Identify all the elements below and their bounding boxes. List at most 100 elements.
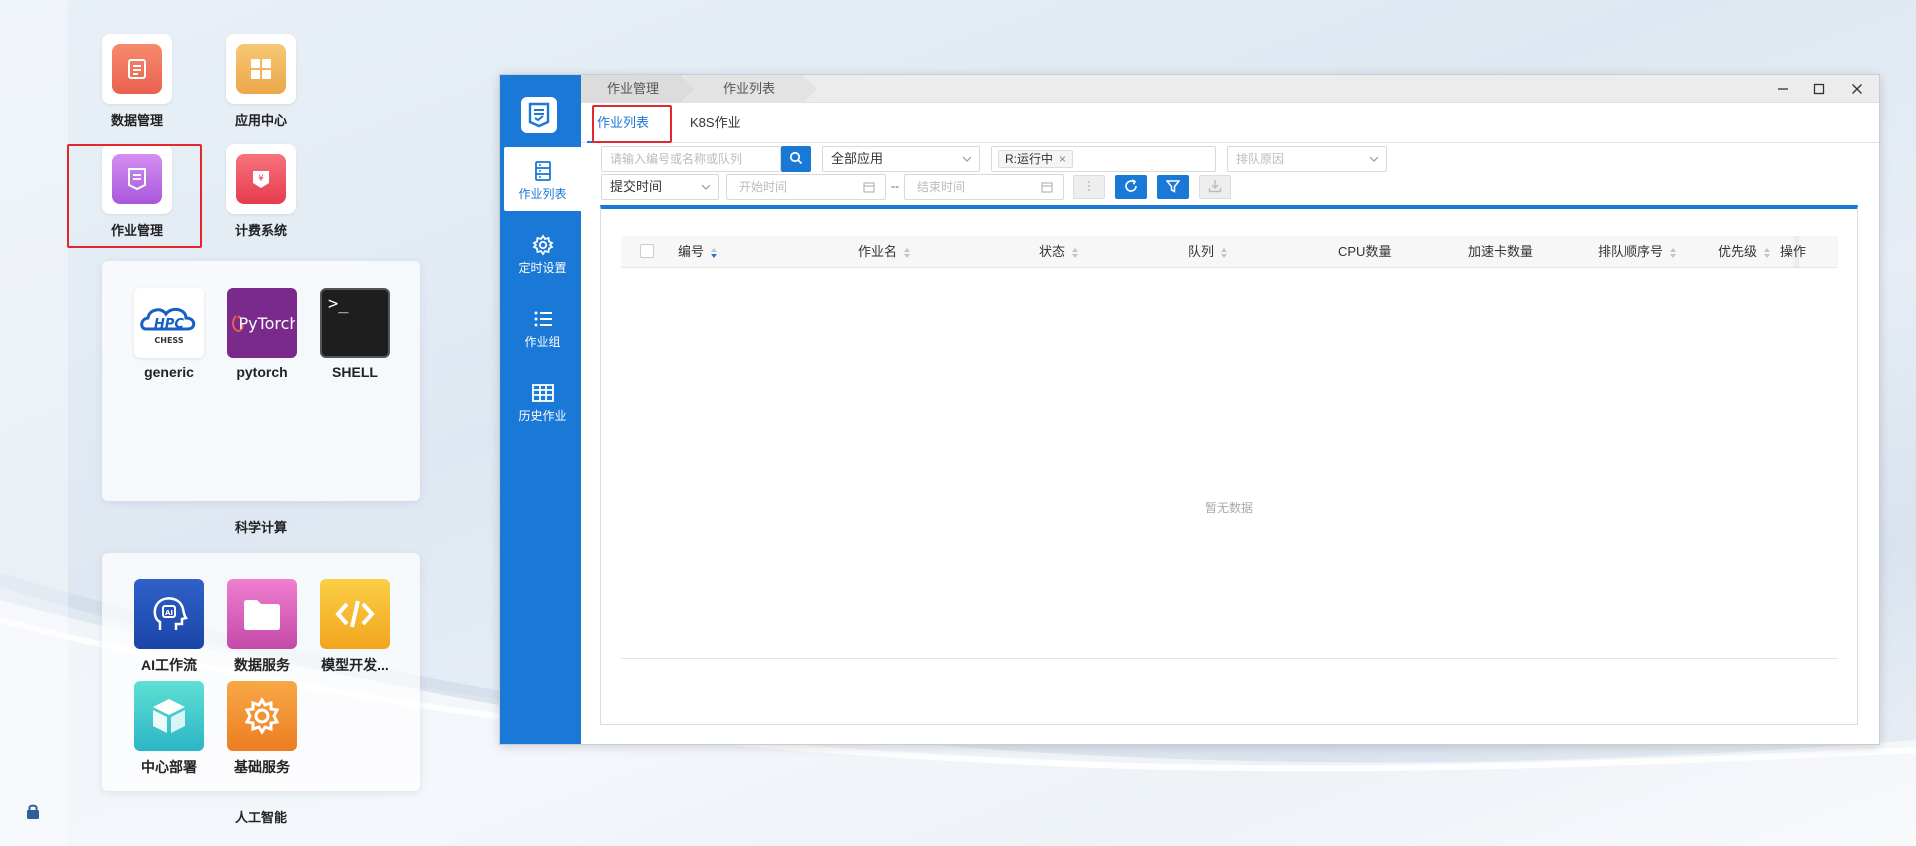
column-header-accelerator-count: 加速卡数量 xyxy=(1468,244,1534,259)
app-select-value: 全部应用 xyxy=(831,151,884,166)
svg-text:¥: ¥ xyxy=(258,174,264,184)
desktop-left-strip xyxy=(0,0,68,846)
queue-reason-placeholder: 排队原因 xyxy=(1236,152,1285,166)
column-header-priority[interactable]: 优先级 xyxy=(1718,236,1771,268)
highlight-box-job-management xyxy=(67,144,202,248)
terminal-icon: >_ xyxy=(320,288,390,358)
status-tag-label: R:运行中 xyxy=(1005,152,1054,166)
refresh-icon xyxy=(1124,178,1138,196)
app-label: 中心部署 xyxy=(141,759,197,775)
sidebar-item-job-history[interactable]: 历史作业 xyxy=(504,369,581,433)
chevron-down-icon xyxy=(702,184,710,190)
end-time-input[interactable]: 结束时间 xyxy=(904,174,1064,200)
tab-bar: 作业列表 K8S作业 xyxy=(581,103,1879,143)
column-header-queue-order[interactable]: 排队顺序号 xyxy=(1598,236,1677,268)
start-time-input[interactable]: 开始时间 xyxy=(726,174,886,200)
column-header-id[interactable]: 编号 xyxy=(678,236,718,268)
sort-icon[interactable] xyxy=(710,247,718,259)
gear-icon xyxy=(227,681,297,751)
sidebar-item-job-list[interactable]: 作业列表 xyxy=(504,147,581,211)
calendar-icon xyxy=(863,182,875,193)
hpc-chess-logo-icon: HPC CHESS xyxy=(134,288,204,358)
desktop-icon-label: 数据管理 xyxy=(110,113,163,128)
close-icon[interactable] xyxy=(1847,79,1867,99)
search-input[interactable]: 请输入编号或名称或队列 xyxy=(601,146,781,172)
sidebar-item-label: 定时设置 xyxy=(518,261,567,275)
app-basic-services[interactable]: 基础服务 xyxy=(217,681,307,777)
desktop-icon-data-management[interactable]: 数据管理 xyxy=(89,34,185,129)
column-header-actions: 操作 xyxy=(1780,244,1807,259)
queue-reason-select[interactable]: 排队原因 xyxy=(1227,146,1387,172)
app-pytorch[interactable]: PyTorch pytorch xyxy=(217,288,307,380)
window-titlebar: 作业管理 作业列表 xyxy=(581,75,1879,103)
lock-icon[interactable] xyxy=(24,802,42,820)
folder-icon xyxy=(227,579,297,649)
job-table-container: 编号 作业名 状态 队列 CPU数量 加速卡数量 排队顺序号 优先级 操作 暂无… xyxy=(600,205,1858,725)
desktop-icon-label: 计费系统 xyxy=(234,223,287,238)
time-type-select[interactable]: 提交时间 xyxy=(601,174,719,200)
status-select[interactable]: R:运行中 × xyxy=(991,146,1216,172)
column-header-status[interactable]: 状态 xyxy=(1039,236,1079,268)
desktop-icon-billing-system[interactable]: ¥ 计费系统 xyxy=(213,144,309,239)
more-options-button[interactable] xyxy=(1073,175,1105,199)
search-button[interactable] xyxy=(781,146,811,172)
column-header-queue[interactable]: 队列 xyxy=(1188,236,1228,268)
cube-icon xyxy=(134,681,204,751)
breadcrumb-item[interactable]: 作业管理 xyxy=(581,75,695,103)
grid-apps-icon xyxy=(236,44,286,94)
empty-state-text: 暂无数据 xyxy=(1204,501,1253,515)
app-model-development[interactable]: 模型开发... xyxy=(310,579,400,675)
tab-k8s-jobs[interactable]: K8S作业 xyxy=(680,103,751,143)
status-tag[interactable]: R:运行中 × xyxy=(998,150,1074,168)
document-list-icon xyxy=(112,44,162,94)
app-select[interactable]: 全部应用 xyxy=(822,146,980,172)
sort-icon[interactable] xyxy=(1071,247,1079,259)
calendar-icon xyxy=(1041,182,1053,193)
sort-icon[interactable] xyxy=(903,247,911,259)
app-logo-icon xyxy=(521,97,557,133)
svg-text:CHESS: CHESS xyxy=(154,336,183,345)
app-label: 基础服务 xyxy=(234,759,290,775)
maximize-icon[interactable] xyxy=(1809,79,1829,99)
desktop-icon-label: 应用中心 xyxy=(234,113,287,128)
select-all-checkbox[interactable] xyxy=(640,244,654,258)
close-icon[interactable]: × xyxy=(1059,152,1066,166)
breadcrumb-item: 作业列表 xyxy=(683,75,817,103)
desktop-icon-app-center[interactable]: 应用中心 xyxy=(213,34,309,129)
app-shell[interactable]: >_ SHELL xyxy=(310,288,400,380)
filter-button[interactable] xyxy=(1157,175,1189,199)
sort-icon[interactable] xyxy=(1220,247,1228,259)
app-ai-workflow[interactable]: AI AI工作流 xyxy=(124,579,214,675)
column-header-cpu-count: CPU数量 xyxy=(1338,244,1392,259)
chevron-down-icon xyxy=(1370,156,1378,162)
app-label: pytorch xyxy=(236,364,288,380)
sort-icon[interactable] xyxy=(1669,247,1677,259)
table-header: 编号 作业名 状态 队列 CPU数量 加速卡数量 排队顺序号 优先级 操作 xyxy=(621,236,1838,268)
app-center-deployment[interactable]: 中心部署 xyxy=(124,681,214,777)
download-button[interactable] xyxy=(1199,175,1231,199)
filter-icon xyxy=(1165,179,1181,196)
gear-icon xyxy=(504,231,581,259)
minimize-icon[interactable] xyxy=(1773,79,1793,99)
billing-yen-icon: ¥ xyxy=(236,154,286,204)
ai-head-icon: AI xyxy=(134,579,204,649)
app-data-service[interactable]: 数据服务 xyxy=(217,579,307,675)
chevron-down-icon xyxy=(963,156,971,162)
sidebar-item-schedule-settings[interactable]: 定时设置 xyxy=(504,221,581,285)
list-icon xyxy=(504,305,581,333)
sort-icon[interactable] xyxy=(1763,247,1771,259)
table-bottom-divider xyxy=(621,658,1838,659)
sidebar-item-label: 作业组 xyxy=(524,335,561,349)
download-icon xyxy=(1208,179,1222,196)
code-brackets-icon xyxy=(320,579,390,649)
app-generic[interactable]: HPC CHESS generic xyxy=(124,288,214,380)
app-label: AI工作流 xyxy=(141,657,197,673)
column-header-job-name[interactable]: 作业名 xyxy=(858,236,911,268)
sidebar-item-job-group[interactable]: 作业组 xyxy=(504,295,581,359)
app-label: 数据服务 xyxy=(234,657,290,673)
svg-text:AI: AI xyxy=(165,609,173,617)
science-computing-panel: HPC CHESS generic PyTorch pytorch >_ SHE… xyxy=(102,261,420,501)
svg-text:PyTorch: PyTorch xyxy=(238,314,295,333)
refresh-button[interactable] xyxy=(1115,175,1147,199)
time-type-value: 提交时间 xyxy=(610,179,663,194)
